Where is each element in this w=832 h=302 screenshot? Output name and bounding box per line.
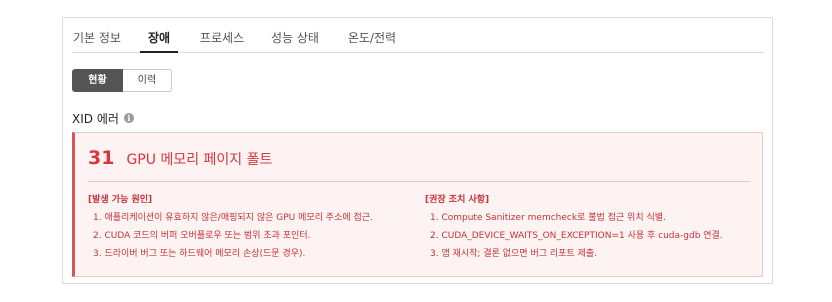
divider <box>88 181 750 182</box>
causes-list: 1. 애플리케이션이 유효하지 않은/매핑되지 않은 GPU 메모리 주소에 접… <box>88 209 408 263</box>
history-button[interactable]: 이력 <box>123 69 172 92</box>
error-title: GPU 메모리 페이지 폴트 <box>126 152 273 168</box>
current-status-button[interactable]: 현황 <box>72 69 123 92</box>
list-item: 2. CUDA 코드의 버퍼 오버플로우 또는 범위 초과 포인터. <box>93 231 311 241</box>
list-item: 3. 앱 재시작; 결론 없으면 버그 리포트 제출. <box>430 249 597 259</box>
list-item: 2. CUDA_DEVICE_WAITS_ON_EXCEPTION=1 사용 후… <box>430 231 723 241</box>
tab-fault[interactable]: 장애 <box>140 18 178 53</box>
list-item: 1. 애플리케이션이 유효하지 않은/매핑되지 않은 GPU 메모리 주소에 접… <box>93 213 373 223</box>
causes-title: [발생 가능 원인] <box>88 195 153 205</box>
tab-temperature-power[interactable]: 온도/전력 <box>343 18 401 53</box>
list-item: 1. Compute Sanitizer memcheck로 불법 접근 위치 … <box>430 213 666 223</box>
error-code: 31 <box>88 147 115 169</box>
actions-list: 1. Compute Sanitizer memcheck로 불법 접근 위치 … <box>425 209 755 263</box>
possible-causes: [발생 가능 원인] 1. 애플리케이션이 유효하지 않은/매핑되지 않은 GP… <box>88 192 408 263</box>
status-toggle: 현황 이력 <box>72 69 172 92</box>
detail-panel: 기본 정보 장애 프로세스 성능 상태 온도/전력 현황 이력 XID 에러 i… <box>62 17 773 284</box>
list-item: 3. 드라이버 버그 또는 하드웨어 메모리 손상(드문 경우). <box>93 249 306 259</box>
tab-performance[interactable]: 성능 상태 <box>270 18 320 53</box>
xid-error-card: 31 GPU 메모리 페이지 폴트 [발생 가능 원인] 1. 애플리케이션이 … <box>72 132 763 277</box>
tab-bar: 기본 정보 장애 프로세스 성능 상태 온도/전력 <box>72 18 764 53</box>
section-title: XID 에러 <box>72 111 119 126</box>
actions-title: [권장 조치 사항] <box>425 195 490 205</box>
info-icon[interactable]: i <box>123 113 134 123</box>
section-header: XID 에러 i <box>72 110 134 126</box>
tab-process[interactable]: 프로세스 <box>197 18 247 53</box>
recommended-actions: [권장 조치 사항] 1. Compute Sanitizer memcheck… <box>425 192 755 263</box>
error-header: 31 GPU 메모리 페이지 폴트 <box>88 147 272 171</box>
tab-basic-info[interactable]: 기본 정보 <box>72 18 122 53</box>
